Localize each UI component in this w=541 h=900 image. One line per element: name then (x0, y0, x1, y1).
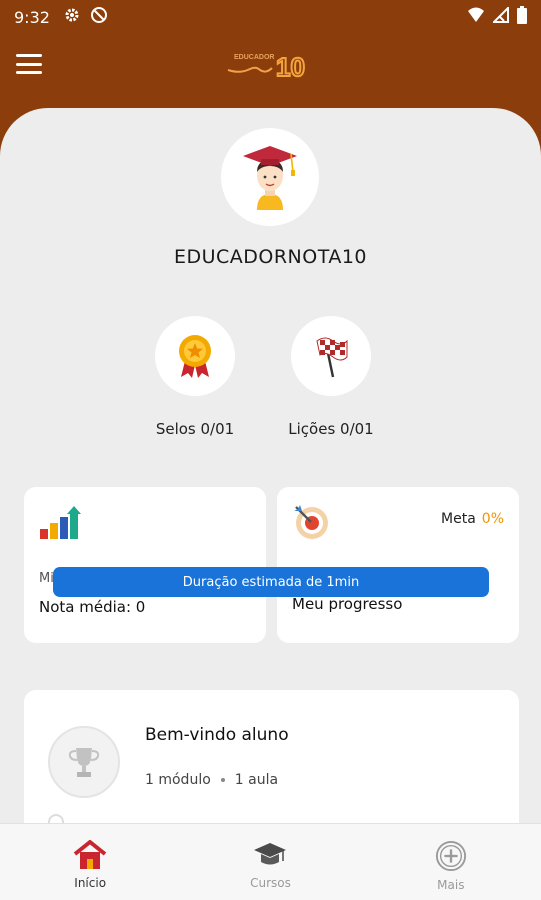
course-lessons: 1 aula (234, 772, 279, 788)
course-title: Bem-vindo aluno (145, 725, 289, 745)
settings-icon (64, 7, 80, 27)
bar-chart-icon (39, 505, 81, 545)
course-modules: 1 módulo (145, 772, 211, 788)
plus-circle-icon (435, 840, 466, 872)
medal-icon (179, 335, 211, 378)
checkered-flag-icon (316, 337, 348, 378)
duration-banner: Duração estimada de 1min (53, 567, 489, 597)
target-icon (292, 503, 330, 545)
username: EDUCADORNOTA10 (173, 246, 368, 268)
app-bar: EDUCADOR 10 (0, 34, 541, 96)
separator-dot (220, 778, 225, 782)
status-bar: 9:32 (0, 0, 541, 34)
stat-selos[interactable]: Selos 0/01 (130, 316, 260, 438)
nav-inicio[interactable]: Início (0, 824, 180, 900)
notas-card[interactable]: Minhas notas Nota média: 0 (24, 487, 266, 643)
student-avatar-icon (243, 146, 297, 210)
course-thumbnail (48, 726, 120, 798)
nav-mais[interactable]: Mais (361, 824, 541, 900)
meu-progresso-label: Meu progresso (292, 595, 403, 613)
course-meta: 1 módulo 1 aula (145, 772, 278, 788)
battery-icon (517, 6, 527, 28)
nav-inicio-label: Início (74, 876, 107, 890)
signal-icon (491, 5, 509, 27)
graduation-cap-icon (254, 843, 287, 865)
do-not-disturb-icon (90, 6, 108, 28)
svg-text:10: 10 (276, 52, 305, 82)
bottom-nav: Início Cursos Mais (0, 823, 541, 900)
selos-label: Selos 0/01 (155, 420, 235, 438)
svg-text:EDUCADOR: EDUCADOR (234, 54, 274, 61)
nav-mais-label: Mais (437, 878, 465, 892)
main-content: EDUCADORNOTA10 Selos 0/01 Lições 0/01 No… (0, 108, 541, 900)
meta-percent: 0% (481, 511, 504, 527)
nav-cursos-label: Cursos (250, 876, 291, 890)
meta-label: Meta 0% (441, 511, 504, 527)
medal-circle (155, 316, 235, 396)
meta-text: Meta (441, 511, 476, 527)
flag-circle (291, 316, 371, 396)
nav-cursos[interactable]: Cursos (180, 824, 360, 900)
educador-logo: EDUCADOR 10 (226, 48, 318, 83)
home-icon (73, 840, 107, 869)
status-time: 9:32 (14, 7, 50, 27)
menu-button[interactable] (16, 54, 42, 74)
trophy-icon (68, 748, 100, 777)
meta-card[interactable]: Meta 0% Meu progresso (277, 487, 519, 643)
stat-licoes[interactable]: Lições 0/01 (266, 316, 396, 438)
wifi-icon (467, 7, 485, 27)
nota-media-value: Nota média: 0 (39, 598, 146, 616)
avatar[interactable] (221, 128, 319, 226)
licoes-label: Lições 0/01 (288, 420, 374, 438)
